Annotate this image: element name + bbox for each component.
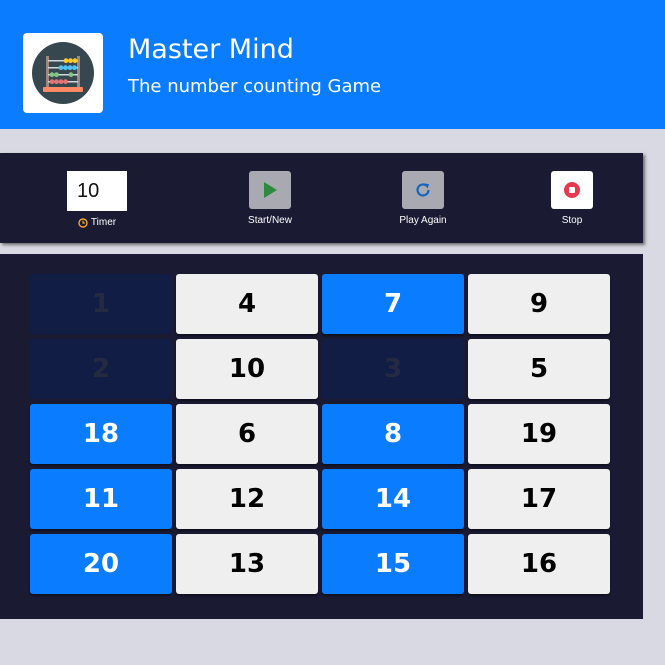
app-subtitle: The number counting Game	[128, 76, 382, 97]
number-tile[interactable]: 5	[468, 339, 610, 399]
clock-icon	[78, 217, 88, 228]
number-tile[interactable]: 2	[30, 339, 172, 399]
number-tile[interactable]: 17	[468, 469, 610, 529]
game-board: 1 4 7 9 2 10 3 5 18 6 8 19 11 12 14 17 2…	[0, 254, 643, 619]
start-new-button[interactable]	[249, 171, 291, 209]
abacus-icon	[32, 42, 94, 104]
number-tile[interactable]: 12	[176, 469, 318, 529]
timer-input[interactable]	[67, 171, 127, 211]
number-tile[interactable]: 7	[322, 274, 464, 334]
number-tile[interactable]: 18	[30, 404, 172, 464]
stop-label: Stop	[561, 215, 583, 226]
timer-label-group: Timer	[78, 217, 116, 228]
stop-control: Stop	[512, 171, 632, 226]
refresh-icon	[416, 183, 430, 197]
timer-label: Timer	[90, 217, 117, 228]
play-again-control: Play Again	[363, 171, 483, 226]
play-again-label: Play Again	[399, 215, 447, 226]
start-control: Start/New	[210, 171, 330, 226]
number-tile[interactable]: 8	[322, 404, 464, 464]
logo	[23, 33, 103, 113]
game-controls: Timer Start/New Play Again Stop	[0, 153, 643, 243]
app-header: Master Mind The number counting Game	[0, 0, 665, 129]
number-tile[interactable]: 13	[176, 534, 318, 594]
play-icon	[264, 182, 277, 198]
play-again-button[interactable]	[402, 171, 444, 209]
number-tile[interactable]: 19	[468, 404, 610, 464]
app-title: Master Mind	[128, 34, 294, 65]
number-tile[interactable]: 6	[176, 404, 318, 464]
number-tile[interactable]: 3	[322, 339, 464, 399]
timer-control: Timer	[37, 171, 157, 228]
number-tile[interactable]: 10	[176, 339, 318, 399]
number-tile[interactable]: 16	[468, 534, 610, 594]
stop-icon	[564, 182, 580, 198]
number-tile[interactable]: 15	[322, 534, 464, 594]
number-tile[interactable]: 20	[30, 534, 172, 594]
number-grid: 1 4 7 9 2 10 3 5 18 6 8 19 11 12 14 17 2…	[30, 274, 610, 594]
number-tile[interactable]: 11	[30, 469, 172, 529]
number-tile[interactable]: 4	[176, 274, 318, 334]
number-tile[interactable]: 14	[322, 469, 464, 529]
number-tile[interactable]: 9	[468, 274, 610, 334]
start-new-label: Start/New	[248, 215, 292, 226]
number-tile[interactable]: 1	[30, 274, 172, 334]
stop-button[interactable]	[551, 171, 593, 209]
